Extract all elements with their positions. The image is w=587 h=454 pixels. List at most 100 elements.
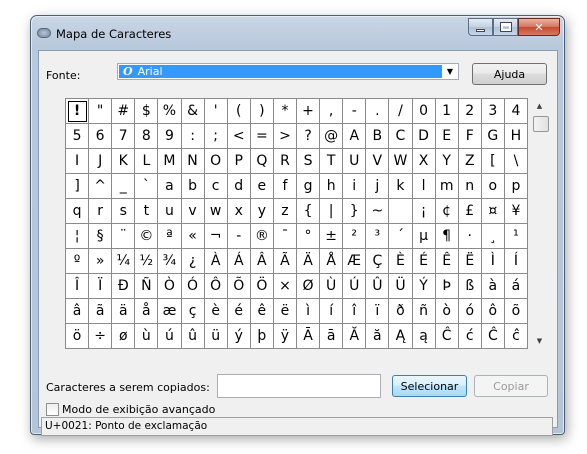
char-cell[interactable]: . xyxy=(366,99,390,124)
char-cell[interactable]: ô xyxy=(481,299,505,324)
font-dropdown[interactable]: O Arial ▼ xyxy=(117,63,459,80)
char-cell[interactable]: C xyxy=(389,124,413,149)
char-cell[interactable]: G xyxy=(481,124,505,149)
char-cell[interactable]: ý xyxy=(227,324,251,349)
char-cell[interactable]: ? xyxy=(297,124,321,149)
char-cell[interactable]: < xyxy=(227,124,251,149)
copy-input[interactable] xyxy=(217,374,381,398)
char-cell[interactable]: Þ xyxy=(435,274,459,299)
char-cell[interactable]: 5 xyxy=(66,124,90,149)
char-cell[interactable]: / xyxy=(389,99,413,124)
char-cell[interactable]: E xyxy=(435,124,459,149)
char-cell[interactable]: ä xyxy=(112,299,136,324)
char-cell[interactable]: p xyxy=(504,174,528,199)
grid-scrollbar[interactable]: ▲ ▼ xyxy=(531,98,549,349)
char-cell[interactable]: v xyxy=(181,199,205,224)
char-cell[interactable]: â xyxy=(66,299,90,324)
char-cell[interactable]: » xyxy=(89,249,113,274)
char-cell[interactable]: ² xyxy=(343,224,367,249)
char-cell[interactable]: ¥ xyxy=(504,199,528,224)
char-cell[interactable]: L xyxy=(135,149,159,174)
char-cell[interactable]: ¨ xyxy=(112,224,136,249)
char-cell[interactable]: 7 xyxy=(112,124,136,149)
char-cell[interactable]: d xyxy=(227,174,251,199)
char-cell[interactable]: ® xyxy=(250,224,274,249)
char-cell[interactable]: ĉ xyxy=(504,324,528,349)
char-cell[interactable]: ÿ xyxy=(273,324,297,349)
char-cell[interactable]: ð xyxy=(389,299,413,324)
char-cell[interactable]: ú xyxy=(158,324,182,349)
char-cell[interactable] xyxy=(389,199,413,224)
char-cell[interactable]: É xyxy=(412,249,436,274)
char-cell[interactable]: Q xyxy=(250,149,274,174)
char-cell[interactable]: ü xyxy=(204,324,228,349)
char-cell[interactable]: Æ xyxy=(343,249,367,274)
char-cell[interactable]: ¼ xyxy=(112,249,136,274)
char-cell[interactable]: ^ xyxy=(89,174,113,199)
char-cell[interactable]: é xyxy=(227,299,251,324)
advanced-view-checkbox[interactable] xyxy=(46,403,59,416)
maximize-button[interactable] xyxy=(493,18,518,36)
char-cell[interactable]: Û xyxy=(366,274,390,299)
select-button[interactable]: Selecionar xyxy=(392,375,467,397)
char-cell[interactable]: Ù xyxy=(320,274,344,299)
char-cell[interactable]: ą xyxy=(412,324,436,349)
char-cell[interactable]: u xyxy=(158,199,182,224)
char-cell[interactable]: [ xyxy=(481,149,505,174)
character-grid[interactable]: ! " # $% & '() * +, -./0 1 2 3 4 5 6 7 8 9:; < = >? @ A B C D E F G H… xyxy=(65,98,528,349)
char-cell[interactable]: & xyxy=(181,99,205,124)
help-button[interactable]: Ajuda xyxy=(472,63,547,85)
char-cell[interactable]: õ xyxy=(504,299,528,324)
char-cell[interactable]: Ò xyxy=(158,274,182,299)
char-cell[interactable]: ù xyxy=(135,324,159,349)
char-cell[interactable]: Ñ xyxy=(135,274,159,299)
char-cell[interactable]: - xyxy=(343,99,367,124)
char-cell[interactable]: b xyxy=(181,174,205,199)
char-cell[interactable]: Å xyxy=(320,249,344,274)
char-cell[interactable]: ¦ xyxy=(66,224,90,249)
char-cell[interactable]: K xyxy=(112,149,136,174)
char-cell[interactable]: R xyxy=(273,149,297,174)
char-cell[interactable]: Î xyxy=(66,274,90,299)
char-cell[interactable]: À xyxy=(204,249,228,274)
char-cell[interactable]: Ì xyxy=(481,249,505,274)
char-cell[interactable]: O xyxy=(204,149,228,174)
char-cell[interactable]: ¢ xyxy=(435,199,459,224)
char-cell[interactable]: Ð xyxy=(112,274,136,299)
char-cell[interactable]: x xyxy=(227,199,251,224)
char-cell[interactable]: Ç xyxy=(366,249,390,274)
char-cell[interactable]: ³ xyxy=(366,224,390,249)
char-cell[interactable]: J xyxy=(89,149,113,174)
char-cell[interactable]: ¯ xyxy=(273,224,297,249)
char-cell[interactable]: ( xyxy=(227,99,251,124)
char-cell[interactable]: @ xyxy=(320,124,344,149)
char-cell[interactable]: · xyxy=(458,224,482,249)
char-cell[interactable]: ÷ xyxy=(89,324,113,349)
char-cell[interactable]: 2 xyxy=(458,99,482,124)
char-cell[interactable]: ¿ xyxy=(181,249,205,274)
char-cell[interactable]: * xyxy=(273,99,297,124)
char-cell[interactable]: á xyxy=(504,274,528,299)
char-cell[interactable]: ă xyxy=(366,324,390,349)
char-cell[interactable]: û xyxy=(181,324,205,349)
char-cell[interactable]: Ê xyxy=(435,249,459,274)
char-cell[interactable]: N xyxy=(181,149,205,174)
char-cell[interactable]: « xyxy=(181,224,205,249)
char-cell[interactable]: ¸ xyxy=(481,224,505,249)
char-cell[interactable]: Z xyxy=(458,149,482,174)
char-cell[interactable]: k xyxy=(389,174,413,199)
char-cell[interactable]: ) xyxy=(250,99,274,124)
char-cell[interactable]: î xyxy=(343,299,367,324)
char-cell[interactable]: ß xyxy=(458,274,482,299)
char-cell[interactable]: Ú xyxy=(343,274,367,299)
char-cell[interactable]: o xyxy=(481,174,505,199)
char-cell[interactable]: f xyxy=(273,174,297,199)
char-cell[interactable]: z xyxy=(273,199,297,224)
char-cell[interactable]: t xyxy=(135,199,159,224)
char-cell[interactable]: ó xyxy=(458,299,482,324)
char-cell[interactable]: ` xyxy=(135,174,159,199)
char-cell[interactable]: ñ xyxy=(412,299,436,324)
char-cell[interactable]: a xyxy=(158,174,182,199)
char-cell[interactable]: D xyxy=(412,124,436,149)
char-cell[interactable]: ´ xyxy=(389,224,413,249)
